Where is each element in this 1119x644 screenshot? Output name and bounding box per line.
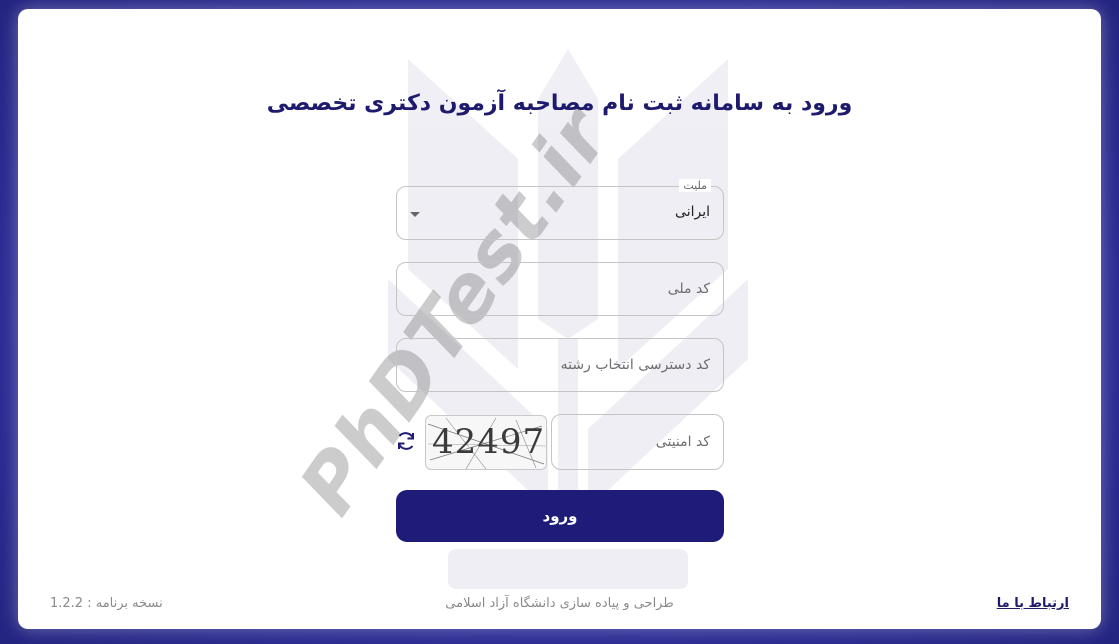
captcha-text: 42497 [432, 422, 546, 462]
footer-credit: طراحی و پیاده سازی دانشگاه آزاد اسلامی [445, 596, 674, 611]
login-form: ملیت ایرانی 42497 [396, 179, 724, 542]
refresh-icon[interactable] [394, 429, 418, 453]
access-code-input[interactable] [397, 339, 723, 391]
captcha-image: 42497 [425, 415, 547, 470]
contact-us-link[interactable]: ارتباط با ما [997, 596, 1069, 611]
captcha-row: 42497 [396, 414, 724, 470]
nationality-value: ایرانی [675, 204, 710, 220]
national-code-input[interactable] [397, 263, 723, 315]
page-title: ورود به سامانه ثبت نام مصاحبه آزمون دکتر… [266, 91, 853, 116]
security-code-input[interactable] [552, 415, 723, 469]
security-code-field-wrapper [551, 414, 724, 470]
national-code-field-wrapper [396, 262, 724, 316]
chevron-down-icon[interactable] [410, 212, 420, 217]
nationality-label: ملیت [679, 179, 711, 192]
login-button[interactable]: ورود [396, 490, 724, 542]
nationality-select[interactable]: ملیت ایرانی [396, 179, 724, 240]
access-code-field-wrapper [396, 338, 724, 392]
login-card: PhDTest.ir ورود به سامانه ثبت نام مصاحبه… [18, 9, 1101, 629]
